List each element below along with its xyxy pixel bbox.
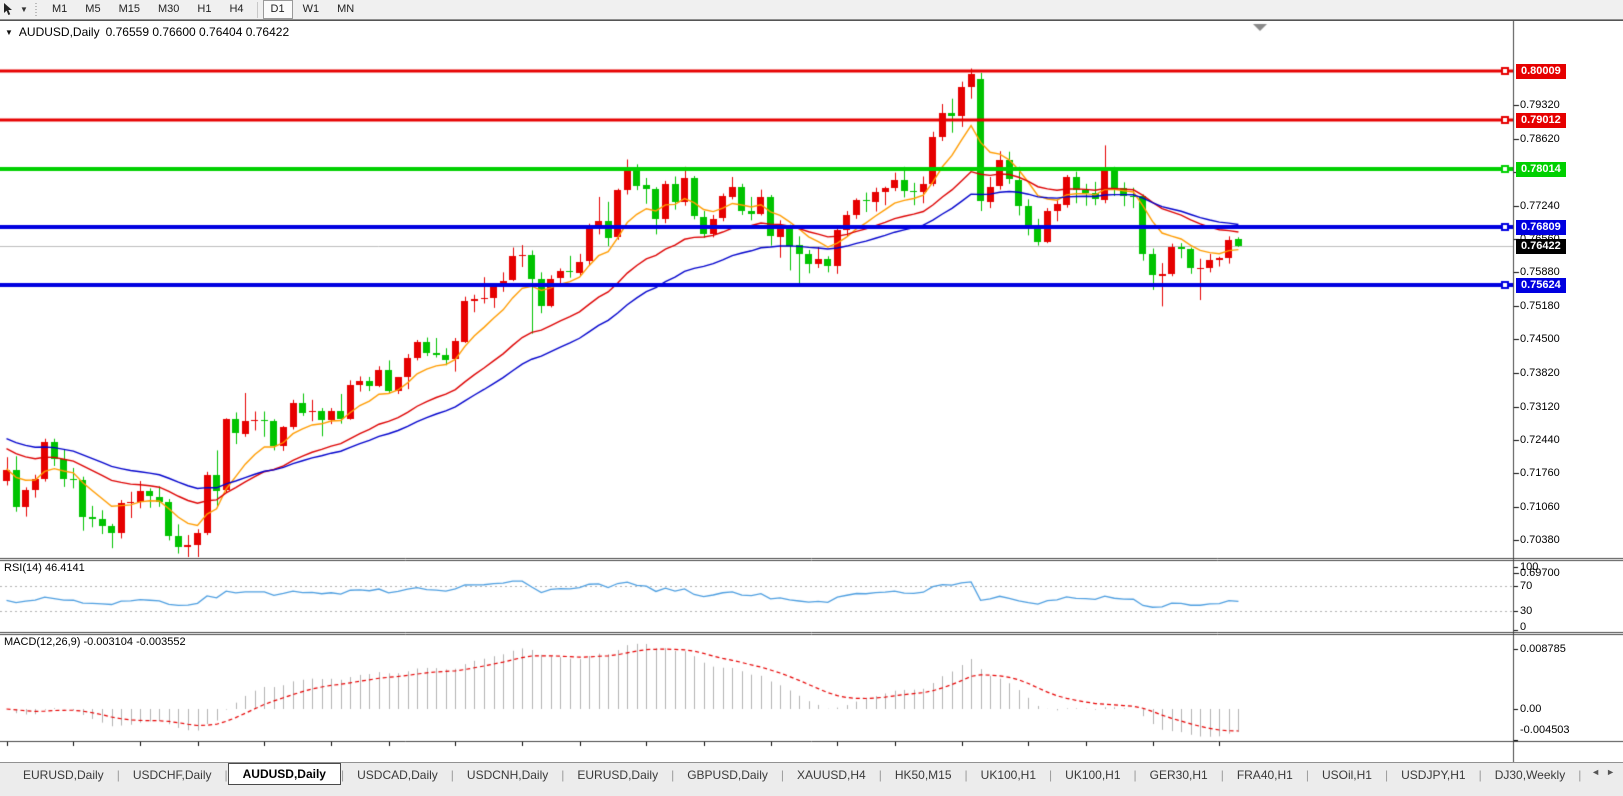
price-axis-tick: 0.78620 — [1520, 133, 1560, 146]
chart-tab-usoil-h1[interactable]: USOil,H1 — [1309, 765, 1385, 785]
rsi-axis-tick: 100 — [1520, 561, 1539, 573]
level-price-badge: 0.80009 — [1516, 64, 1566, 80]
macd-axis-tick: 0.008785 — [1520, 642, 1566, 655]
rsi-indicator-label: RSI(14) 46.4141 — [4, 562, 85, 574]
timeframe-button-M15[interactable]: M15 — [111, 0, 148, 19]
tab-scroll-left-icon[interactable]: ◄ — [1591, 767, 1600, 777]
rsi-axis-tick: 0 — [1520, 621, 1527, 633]
timeframe-button-H1[interactable]: H1 — [189, 0, 219, 19]
chart-area: ▼ AUDUSD,Daily 0.76559 0.76600 0.76404 0… — [0, 20, 1623, 778]
toolbar-separator — [256, 1, 258, 18]
toolbar-grip — [34, 2, 39, 17]
price-axis-tick: 0.74500 — [1520, 333, 1560, 346]
macd-axis-tick: 0.00 — [1520, 703, 1542, 715]
macd-axis-tick: -0.004503 — [1520, 724, 1570, 736]
timeframe-button-MN[interactable]: MN — [329, 0, 362, 19]
price-axis-tick: 0.71060 — [1520, 500, 1560, 513]
chart-quote-values: 0.76559 0.76600 0.76404 0.76422 — [105, 25, 290, 39]
chart-canvas[interactable] — [0, 21, 1623, 763]
timeframe-toolbar: ▼ M1 M5 M15 M30 H1 H4 D1 W1 MN — [0, 0, 1623, 20]
price-axis-tick: 0.71760 — [1520, 466, 1560, 479]
trading-platform-window: ▼ M1 M5 M15 M30 H1 H4 D1 W1 MN ▼ AUDUSD,Daily 0… — [0, 0, 1623, 796]
timeframe-button-H4[interactable]: H4 — [221, 0, 251, 19]
timeframe-button-W1[interactable]: W1 — [295, 0, 328, 19]
chart-tab-fra40-h1[interactable]: FRA40,H1 — [1224, 765, 1306, 785]
level-price-badge: 0.75624 — [1516, 277, 1566, 293]
chart-tab-uk100-h1[interactable]: UK100,H1 — [1052, 765, 1133, 785]
price-axis-tick: 0.79320 — [1520, 99, 1560, 111]
chart-title: ▼ AUDUSD,Daily 0.76559 0.76600 0.76404 0… — [5, 25, 289, 39]
current-price-badge: 0.76422 — [1516, 238, 1566, 254]
price-axis-tick: 0.73820 — [1520, 366, 1560, 379]
price-axis-tick: 0.73120 — [1520, 400, 1560, 413]
tab-scroll-controls: ◄ ► — [1587, 763, 1623, 777]
chart-tab-dj30-weekly[interactable]: DJ30,Weekly — [1482, 765, 1578, 785]
chart-tab-audusd-daily[interactable]: AUDUSD,Daily — [227, 763, 341, 785]
chart-tab-usdcad-daily[interactable]: USDCAD,Daily — [344, 765, 451, 785]
timeframe-button-M1[interactable]: M1 — [44, 0, 75, 19]
level-price-badge: 0.79012 — [1516, 112, 1566, 128]
price-axis-tick: 0.77240 — [1520, 200, 1560, 213]
timeframe-button-D1[interactable]: D1 — [262, 0, 293, 19]
chart-tab-usdcnh-daily[interactable]: USDCNH,Daily — [454, 765, 561, 785]
chart-tabs: EURUSD,Daily | USDCHF,Daily | AUDUSD,Daily | U… — [0, 763, 1587, 786]
cursor-tool-icon[interactable] — [0, 1, 18, 19]
chart-tab-hk50-m15[interactable]: HK50,M15 — [882, 765, 965, 785]
cursor-tool-dropdown-icon[interactable]: ▼ — [18, 5, 30, 14]
chart-tab-eurusd-daily[interactable]: EURUSD,Daily — [564, 765, 671, 785]
chart-title-collapse-icon[interactable]: ▼ — [5, 28, 13, 37]
price-axis-tick: 0.75180 — [1520, 300, 1560, 313]
price-axis-tick: 0.72440 — [1520, 433, 1560, 446]
price-axis-tick: 0.70380 — [1520, 533, 1560, 546]
chart-symbol-label: AUDUSD,Daily — [18, 25, 100, 39]
timeframe-button-M30[interactable]: M30 — [150, 0, 187, 19]
price-axis-tick: 0.75880 — [1520, 266, 1560, 279]
level-price-badge: 0.78014 — [1516, 161, 1566, 177]
chart-tab-usdjpy-h1[interactable]: USDJPY,H1 — [1388, 765, 1478, 785]
chart-tab-eurusd-daily[interactable]: EURUSD,Daily — [10, 765, 117, 785]
chart-tab-bar: EURUSD,Daily | USDCHF,Daily | AUDUSD,Daily | U… — [0, 762, 1623, 796]
chart-tab-xauusd-h4[interactable]: XAUUSD,H4 — [784, 765, 879, 785]
chart-tab-uk100-h1[interactable]: UK100,H1 — [968, 765, 1049, 785]
tab-scroll-right-icon[interactable]: ► — [1606, 767, 1615, 777]
level-price-badge: 0.76809 — [1516, 220, 1566, 236]
timeframe-button-M5[interactable]: M5 — [77, 0, 108, 19]
chart-tab-gbpusd-daily[interactable]: GBPUSD,Daily — [674, 765, 781, 785]
chart-tab-ger30-h1[interactable]: GER30,H1 — [1137, 765, 1221, 785]
chart-tab-usdchf-daily[interactable]: USDCHF,Daily — [120, 765, 225, 785]
rsi-axis-tick: 30 — [1520, 605, 1533, 618]
rsi-axis-tick: 70 — [1520, 579, 1533, 592]
macd-indicator-label: MACD(12,26,9) -0.003104 -0.003552 — [4, 636, 186, 648]
